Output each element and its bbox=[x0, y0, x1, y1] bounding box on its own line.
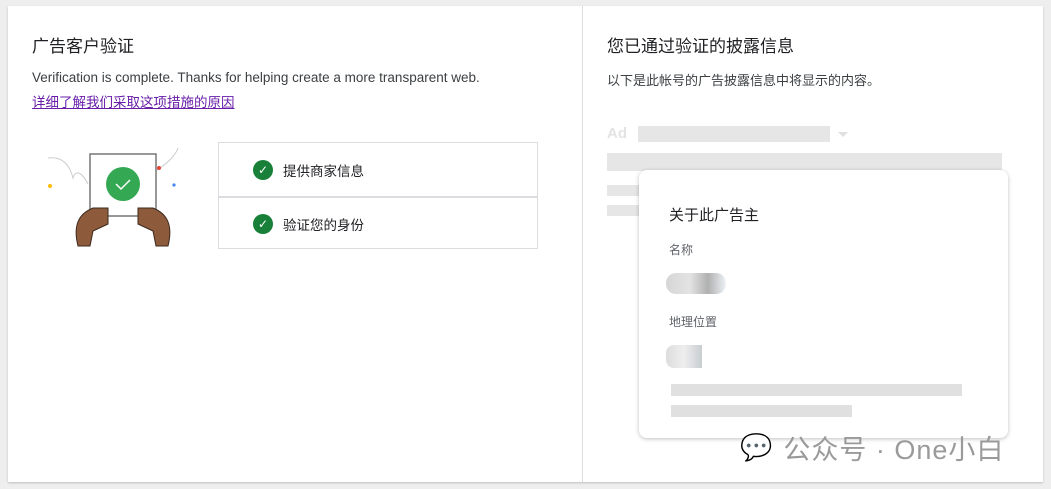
verification-card: 广告客户验证 Verification is complete. Thanks … bbox=[8, 6, 1043, 482]
placeholder-bar bbox=[671, 384, 962, 396]
popup-title: 关于此广告主 bbox=[669, 207, 760, 224]
step-label: 验证您的身份 bbox=[283, 217, 364, 233]
step-business-info: ✓ 提供商家信息 bbox=[219, 143, 537, 196]
step-identity: ✓ 验证您的身份 bbox=[219, 196, 537, 249]
disclosure-subtitle: 以下是此帐号的广告披露信息中将显示的内容。 bbox=[607, 73, 881, 88]
blurred-location bbox=[666, 345, 702, 368]
learn-more-link[interactable]: 详细了解我们采取这项措施的原因 bbox=[32, 91, 235, 111]
verification-steps: ✓ 提供商家信息 ✓ 验证您的身份 bbox=[218, 142, 538, 249]
ad-label: Ad bbox=[607, 125, 627, 142]
watermark-text: 公众号 · One小白 bbox=[783, 435, 1005, 465]
advertiser-info-popup: 关于此广告主 名称 地理位置 bbox=[639, 170, 1008, 438]
verification-illustration-icon bbox=[47, 147, 179, 247]
page-title: 广告客户验证 bbox=[32, 37, 134, 56]
check-circle-icon: ✓ bbox=[253, 159, 273, 180]
location-label: 地理位置 bbox=[669, 315, 718, 329]
placeholder-bar bbox=[671, 405, 852, 417]
wechat-icon: 💬 bbox=[740, 432, 774, 462]
name-label: 名称 bbox=[669, 243, 694, 257]
step-label: 提供商家信息 bbox=[283, 163, 364, 179]
column-divider bbox=[582, 6, 583, 482]
check-circle-icon: ✓ bbox=[253, 213, 273, 234]
watermark: 💬 公众号 · One小白 bbox=[740, 428, 1004, 467]
dropdown-arrow-icon bbox=[838, 132, 848, 137]
placeholder-bar bbox=[607, 153, 1002, 171]
verification-message: Verification is complete. Thanks for hel… bbox=[32, 70, 480, 85]
blurred-name bbox=[666, 273, 726, 294]
placeholder-bar bbox=[638, 126, 830, 142]
disclosure-title: 您已通过验证的披露信息 bbox=[607, 37, 794, 56]
